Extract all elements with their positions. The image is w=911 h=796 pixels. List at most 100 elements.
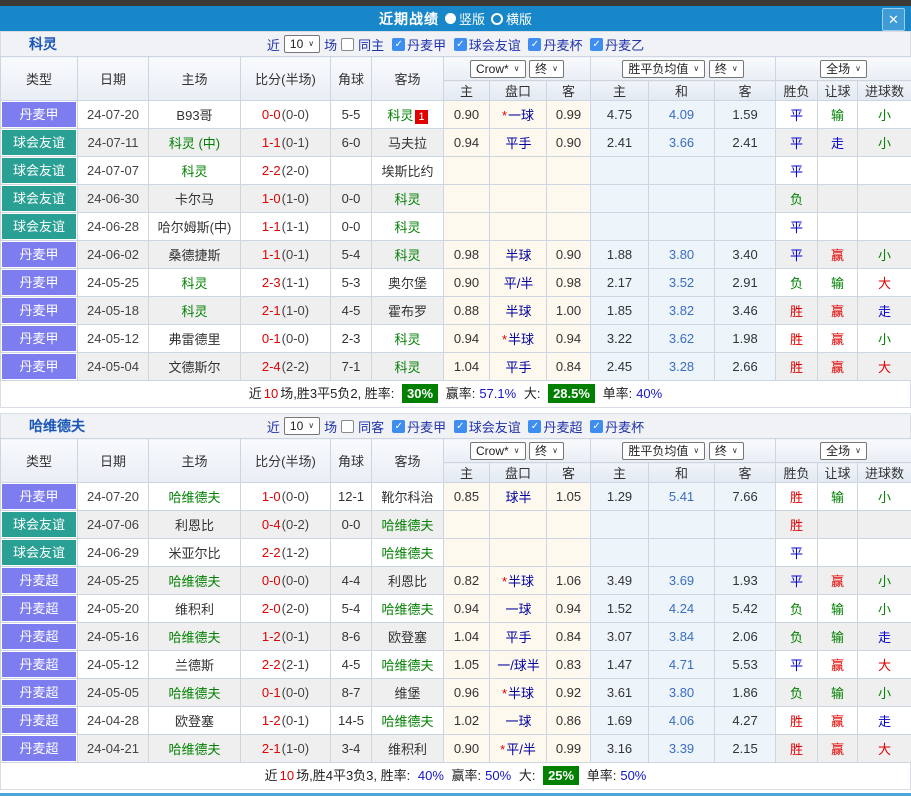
away-team[interactable]: 科灵 [372, 213, 444, 241]
home-team[interactable]: 哈维德夫 [149, 623, 241, 651]
summary-row: 近10场,胜3平5负2, 胜率: 30% 赢率:57.1% 大: 28.5% 单… [0, 381, 911, 408]
league-checkbox[interactable]: ✓ [392, 420, 405, 433]
home-team[interactable]: 利恩比 [149, 511, 241, 539]
league-type-badge: 丹麦甲 [2, 242, 76, 267]
league-checkbox[interactable]: ✓ [528, 420, 541, 433]
away-team[interactable]: 科灵 [372, 353, 444, 381]
goals-result-cell: 小 [858, 129, 911, 157]
away-team[interactable]: 奥尔堡 [372, 269, 444, 297]
match-date: 24-06-30 [78, 185, 149, 213]
home-team[interactable]: 维积利 [149, 595, 241, 623]
home-team[interactable]: 哈维德夫 [149, 679, 241, 707]
home-team[interactable]: 欧登塞 [149, 707, 241, 735]
final-odds-select[interactable]: 终 ∨ [529, 442, 564, 460]
handicap-name: *半球 [490, 325, 547, 353]
company-select[interactable]: Crow* ∨ [470, 60, 526, 78]
home-team[interactable]: 文德斯尔 [149, 353, 241, 381]
final-average-select[interactable]: 终 ∨ [709, 60, 744, 78]
away-team[interactable]: 靴尔科治 [372, 483, 444, 511]
same-venue-checkbox[interactable] [341, 420, 354, 433]
away-team[interactable]: 科灵 [372, 185, 444, 213]
away-team[interactable]: 维堡 [372, 679, 444, 707]
home-team[interactable]: 哈尔姆斯(中) [149, 213, 241, 241]
home-team[interactable]: 哈维德夫 [149, 567, 241, 595]
handicap-name: *半球 [490, 567, 547, 595]
avg-home-odds: 3.07 [591, 623, 649, 651]
away-team[interactable]: 哈维德夫 [372, 511, 444, 539]
home-team[interactable]: 卡尔马 [149, 185, 241, 213]
match-count-select[interactable]: 10 ∨ [284, 417, 320, 435]
match-score: 1-1(1-1) [241, 213, 331, 241]
radio-vertical[interactable]: 竖版 [445, 9, 485, 28]
col-score: 比分(半场) [241, 57, 331, 101]
results-table: 类型 日期 主场 比分(半场) 角球 客场 Crow* ∨ 终 ∨ [0, 438, 911, 763]
avg-draw-odds: 4.09 [649, 101, 715, 129]
avg-draw-odds: 3.69 [649, 567, 715, 595]
match-row: 丹麦超 24-05-05 哈维德夫 0-1(0-0) 8-7 维堡 0.96 *… [1, 679, 911, 707]
home-team[interactable]: 兰德斯 [149, 651, 241, 679]
away-team[interactable]: 科灵1 [372, 101, 444, 129]
league-checkbox[interactable]: ✓ [590, 420, 603, 433]
match-date: 24-04-28 [78, 707, 149, 735]
home-team[interactable]: 桑德捷斯 [149, 241, 241, 269]
avg-draw-odds: 4.06 [649, 707, 715, 735]
away-team[interactable]: 哈维德夫 [372, 539, 444, 567]
home-team[interactable]: 科灵 [149, 297, 241, 325]
home-team[interactable]: 弗雷德里 [149, 325, 241, 353]
away-team[interactable]: 霍布罗 [372, 297, 444, 325]
away-team[interactable]: 马夫拉 [372, 129, 444, 157]
league-checkbox[interactable]: ✓ [454, 420, 467, 433]
radio-horizontal[interactable]: 横版 [491, 9, 532, 28]
handicap-name: 一/球半 [490, 651, 547, 679]
home-team[interactable]: 科灵 (中) [149, 129, 241, 157]
avg-away-odds [715, 539, 776, 567]
goals-result-cell: 走 [858, 707, 911, 735]
company-select[interactable]: Crow* ∨ [470, 442, 526, 460]
avg-home-odds: 3.22 [591, 325, 649, 353]
league-checkbox[interactable]: ✓ [590, 38, 603, 51]
scope-select[interactable]: 全场 ∨ [820, 442, 867, 460]
home-team[interactable]: 科灵 [149, 157, 241, 185]
half-time-score: (1-1) [282, 275, 309, 290]
result-cell: 负 [776, 595, 818, 623]
league-checkbox[interactable]: ✓ [528, 38, 541, 51]
avg-home-odds [591, 539, 649, 567]
away-team[interactable]: 埃斯比约 [372, 157, 444, 185]
away-team[interactable]: 哈维德夫 [372, 595, 444, 623]
average-odds-select[interactable]: 胜平负均值 ∨ [622, 442, 705, 460]
match-date: 24-05-12 [78, 651, 149, 679]
league-checkbox[interactable]: ✓ [454, 38, 467, 51]
average-odds-group-header: 胜平负均值 ∨ 终 ∨ [591, 57, 776, 81]
match-count-select[interactable]: 10 ∨ [284, 35, 320, 53]
full-time-score: 1-1 [262, 247, 281, 262]
home-team[interactable]: 米亚尔比 [149, 539, 241, 567]
match-date: 24-07-11 [78, 129, 149, 157]
away-team[interactable]: 哈维德夫 [372, 651, 444, 679]
league-checkbox[interactable]: ✓ [392, 38, 405, 51]
home-team[interactable]: 哈维德夫 [149, 483, 241, 511]
match-date: 24-06-28 [78, 213, 149, 241]
close-button[interactable]: ✕ [882, 8, 905, 31]
goals-result-cell: 大 [858, 651, 911, 679]
away-team[interactable]: 科灵 [372, 325, 444, 353]
final-average-select[interactable]: 终 ∨ [709, 442, 744, 460]
away-team[interactable]: 欧登塞 [372, 623, 444, 651]
same-venue-checkbox[interactable] [341, 38, 354, 51]
final-odds-select[interactable]: 终 ∨ [529, 60, 564, 78]
home-team[interactable]: 哈维德夫 [149, 735, 241, 763]
average-odds-select[interactable]: 胜平负均值 ∨ [622, 60, 705, 78]
away-team[interactable]: 科灵 [372, 241, 444, 269]
home-team[interactable]: B93哥 [149, 101, 241, 129]
avg-draw-odds [649, 511, 715, 539]
home-team[interactable]: 科灵 [149, 269, 241, 297]
match-score: 0-0(0-0) [241, 101, 331, 129]
half-time-score: (0-0) [282, 685, 309, 700]
scope-select[interactable]: 全场 ∨ [820, 60, 867, 78]
away-team[interactable]: 维积利 [372, 735, 444, 763]
away-team[interactable]: 利恩比 [372, 567, 444, 595]
match-score: 2-1(1-0) [241, 297, 331, 325]
handicap-name [490, 185, 547, 213]
goals-result-cell: 小 [858, 241, 911, 269]
away-team[interactable]: 哈维德夫 [372, 707, 444, 735]
team-name: 哈维德夫 [29, 416, 85, 436]
